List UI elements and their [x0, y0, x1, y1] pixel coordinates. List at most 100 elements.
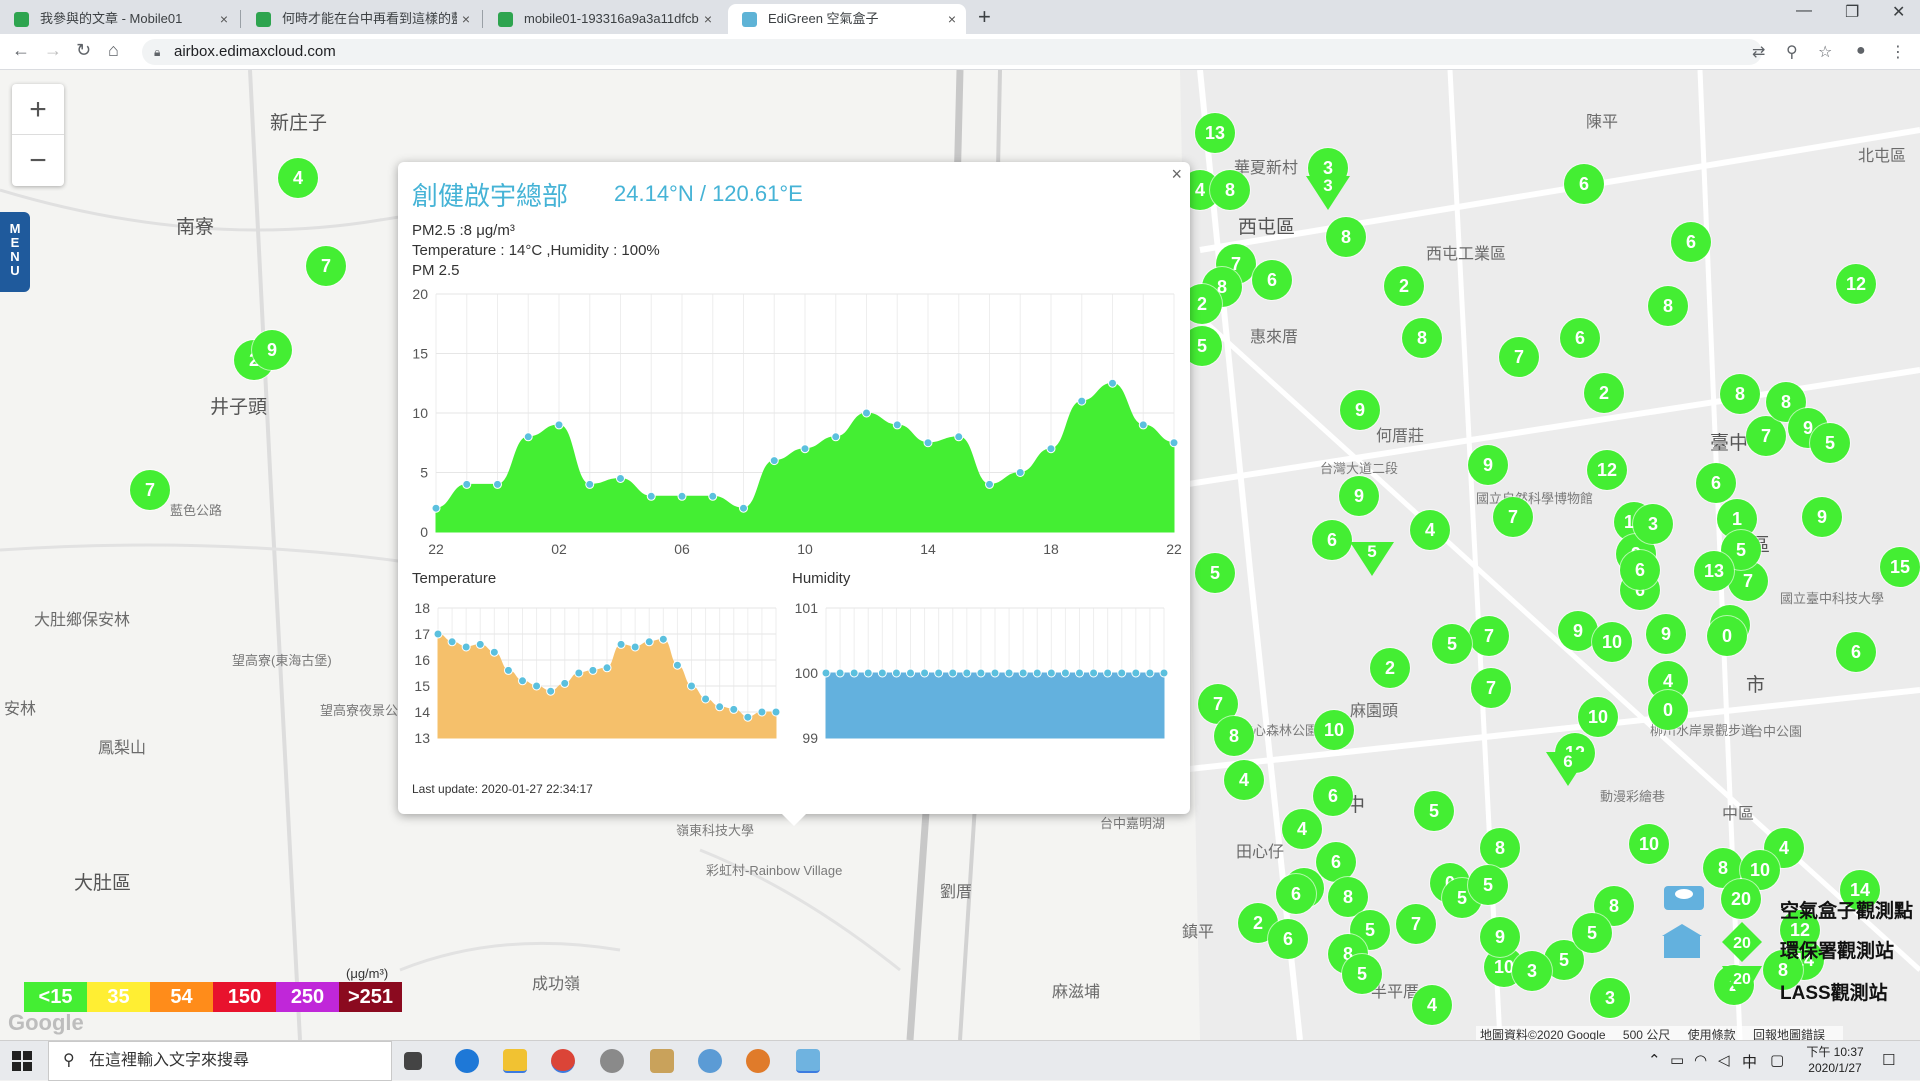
station-marker[interactable]: 5: [1414, 791, 1454, 831]
tray-chevron-icon[interactable]: ⌃: [1648, 1051, 1661, 1069]
station-marker[interactable]: 15: [1880, 547, 1920, 587]
station-marker[interactable]: 2: [1584, 373, 1624, 413]
station-marker[interactable]: 2: [1370, 648, 1410, 688]
station-marker[interactable]: 6: [1671, 222, 1711, 262]
tab-edigreen-airbox[interactable]: EdiGreen 空氣盒子 ×: [728, 4, 966, 34]
station-marker[interactable]: 10: [1629, 824, 1669, 864]
station-marker[interactable]: 9: [1802, 497, 1842, 537]
station-marker[interactable]: 5: [1468, 865, 1508, 905]
station-marker[interactable]: 4: [278, 158, 318, 198]
station-marker[interactable]: 3: [1590, 978, 1630, 1018]
station-marker[interactable]: 9: [1480, 917, 1520, 957]
windows-start-icon[interactable]: [12, 1051, 32, 1071]
station-marker[interactable]: 5: [1810, 423, 1850, 463]
station-marker[interactable]: 9: [1340, 390, 1380, 430]
station-marker[interactable]: 9: [1339, 476, 1379, 516]
edge-icon[interactable]: [455, 1049, 479, 1073]
tab-blue-sky[interactable]: 何時才能在台中再看到這樣的藍天？ ×: [242, 4, 480, 34]
app-icon[interactable]: [650, 1049, 674, 1073]
station-marker[interactable]: 10: [1592, 622, 1632, 662]
station-marker[interactable]: 6: [1316, 842, 1356, 882]
station-marker[interactable]: 8: [1214, 716, 1254, 756]
station-marker[interactable]: 0: [1707, 616, 1747, 656]
station-marker[interactable]: 6: [1312, 520, 1352, 560]
tab-close-icon[interactable]: ×: [462, 4, 470, 34]
station-marker[interactable]: 0: [1648, 690, 1688, 730]
station-marker[interactable]: 6: [1252, 260, 1292, 300]
station-marker[interactable]: 8: [1480, 828, 1520, 868]
popup-close-icon[interactable]: ×: [1171, 164, 1182, 185]
lock-icon[interactable]: 🔒︎: [154, 45, 160, 60]
station-marker[interactable]: 12: [1836, 264, 1876, 304]
station-marker[interactable]: 8: [1326, 217, 1366, 257]
station-marker[interactable]: 7: [1469, 616, 1509, 656]
forward-icon[interactable]: →: [44, 40, 62, 61]
zoom-in-button[interactable]: +: [12, 84, 64, 135]
station-marker[interactable]: 7: [1471, 668, 1511, 708]
volume-icon[interactable]: ◁: [1718, 1051, 1730, 1069]
tab-close-icon[interactable]: ×: [948, 4, 956, 34]
station-marker[interactable]: 6: [1836, 632, 1876, 672]
station-marker[interactable]: 8: [1648, 286, 1688, 326]
url-field[interactable]: airbox.edimaxcloud.com: [142, 39, 1762, 65]
station-marker[interactable]: 6: [1696, 463, 1736, 503]
task-view-icon[interactable]: [404, 1052, 422, 1070]
station-marker[interactable]: 9: [252, 330, 292, 370]
battery-icon[interactable]: ▭: [1670, 1051, 1684, 1069]
station-marker[interactable]: 2: [1384, 266, 1424, 306]
map-area[interactable]: 新庄子 南寮 井子頭 藍色公路 大肚鄉保安林 望高寮(東海古堡) 望高寮夜景公園 安林 鳳梨山大…: [0, 70, 1920, 1040]
zoom-icon[interactable]: ⚲: [1786, 42, 1798, 62]
station-marker[interactable]: 5: [1195, 553, 1235, 593]
window-close-icon[interactable]: ✕: [1892, 2, 1905, 22]
station-marker[interactable]: 4: [1410, 510, 1450, 550]
station-marker[interactable]: 4: [1224, 760, 1264, 800]
station-marker[interactable]: 13: [1195, 113, 1235, 153]
app-icon[interactable]: [746, 1049, 770, 1073]
home-icon[interactable]: ⌂: [108, 40, 119, 61]
app-icon[interactable]: [796, 1049, 820, 1073]
notification-icon[interactable]: ☐: [1882, 1051, 1895, 1069]
tab-mobile01-hash[interactable]: mobile01-193316a9a3a11dfcb ×: [484, 4, 722, 34]
clock[interactable]: 下午 10:37 2020/1/27: [1800, 1044, 1870, 1076]
menu-button[interactable]: M E N U: [0, 212, 30, 292]
ime-indicator[interactable]: 中: [1742, 1051, 1757, 1072]
station-marker[interactable]: 7: [1396, 904, 1436, 944]
network-icon[interactable]: ◠: [1694, 1051, 1707, 1069]
lass-station-marker[interactable]: 3: [1306, 176, 1350, 210]
new-tab-button[interactable]: +: [978, 4, 991, 30]
station-marker[interactable]: 13: [1694, 551, 1734, 591]
station-marker[interactable]: 8: [1720, 374, 1760, 414]
app-icon[interactable]: [698, 1049, 722, 1073]
taskbar-search-input[interactable]: ⚲ 在這裡輸入文字來搜尋: [48, 1041, 392, 1081]
lass-station-marker[interactable]: 5: [1350, 542, 1394, 576]
station-marker[interactable]: 9: [1646, 614, 1686, 654]
station-marker[interactable]: 4: [1412, 985, 1452, 1025]
zoom-out-button[interactable]: −: [12, 135, 64, 186]
station-marker[interactable]: 3: [1512, 951, 1552, 991]
app-icon[interactable]: [600, 1049, 624, 1073]
station-marker[interactable]: 10: [1578, 697, 1618, 737]
station-marker[interactable]: 6: [1564, 164, 1604, 204]
minimize-icon[interactable]: —: [1796, 2, 1812, 20]
station-marker[interactable]: 5: [1342, 954, 1382, 994]
station-marker[interactable]: 5: [1572, 913, 1612, 953]
station-marker[interactable]: 6: [1560, 318, 1600, 358]
restore-icon[interactable]: ❐: [1845, 2, 1859, 22]
bookmark-star-icon[interactable]: ☆: [1818, 42, 1832, 62]
station-marker[interactable]: 8: [1402, 318, 1442, 358]
station-marker[interactable]: 5: [1432, 624, 1472, 664]
station-marker[interactable]: 10: [1314, 710, 1354, 750]
station-marker[interactable]: 6: [1268, 919, 1308, 959]
translate-icon[interactable]: ⇄: [1752, 42, 1765, 62]
station-marker[interactable]: 7: [1499, 337, 1539, 377]
back-icon[interactable]: ←: [12, 40, 30, 61]
tab-close-icon[interactable]: ×: [704, 4, 712, 34]
more-menu-icon[interactable]: ⋮: [1890, 42, 1906, 62]
station-marker[interactable]: 12: [1587, 450, 1627, 490]
station-marker[interactable]: 7: [306, 246, 346, 286]
station-marker[interactable]: 7: [1746, 416, 1786, 456]
terms-link[interactable]: 使用條款: [1688, 1028, 1736, 1040]
station-marker[interactable]: 4: [1282, 809, 1322, 849]
tab-close-icon[interactable]: ×: [220, 4, 228, 34]
station-marker[interactable]: 6: [1313, 776, 1353, 816]
